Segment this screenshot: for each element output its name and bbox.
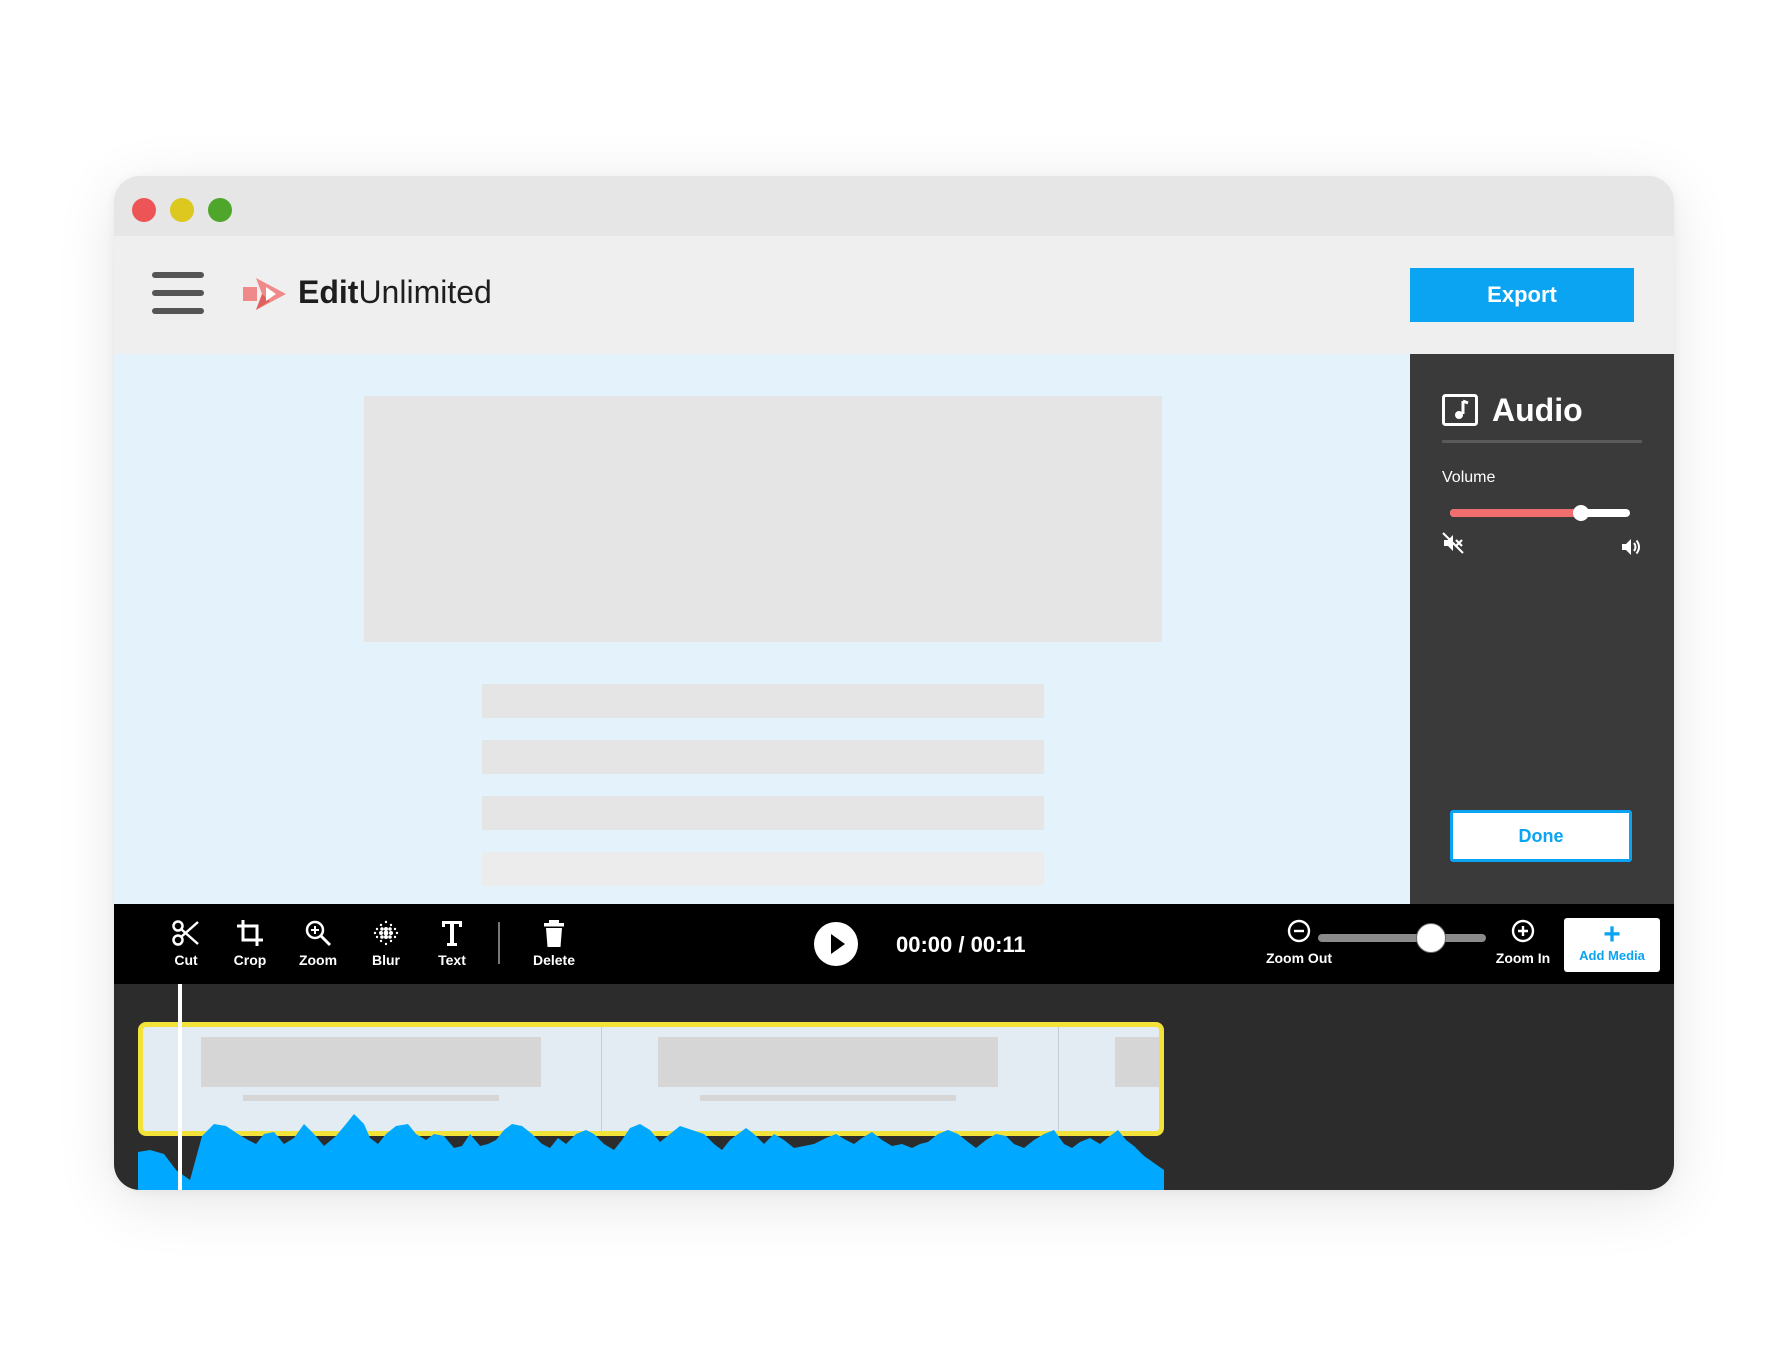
- crop-icon: [237, 920, 263, 946]
- brand-name: EditUnlimited: [298, 272, 492, 312]
- plus-icon: +: [1603, 918, 1621, 951]
- delete-label: Delete: [532, 952, 576, 968]
- preview-line-placeholder: [482, 740, 1044, 774]
- timeline: [114, 984, 1674, 1190]
- cut-label: Cut: [174, 952, 198, 968]
- delete-tool[interactable]: Delete: [524, 918, 584, 974]
- music-note-icon: [1442, 394, 1478, 426]
- volume-slider[interactable]: [1450, 505, 1630, 521]
- zoom-in-button[interactable]: Zoom In: [1486, 918, 1560, 974]
- video-preview: [114, 354, 1410, 904]
- cut-tool[interactable]: Cut: [156, 918, 216, 974]
- blur-label: Blur: [372, 952, 400, 968]
- zoom-tool[interactable]: Zoom: [288, 918, 348, 974]
- blur-tool[interactable]: Blur: [356, 918, 416, 974]
- zoom-label: Zoom: [298, 952, 338, 968]
- text-tool[interactable]: Text: [422, 918, 482, 974]
- audio-panel: Audio Volume Done: [1410, 354, 1674, 904]
- editing-toolbar: Cut Crop Zoom Blur Text Delete 00:00 / 0…: [114, 904, 1674, 984]
- blur-icon: [373, 920, 399, 946]
- crop-tool[interactable]: Crop: [220, 918, 280, 974]
- audio-waveform[interactable]: [114, 984, 1674, 1190]
- app-header: EditUnlimited Export: [114, 236, 1674, 354]
- timeline-zoom-slider[interactable]: [1318, 923, 1486, 953]
- play-button[interactable]: [814, 922, 858, 966]
- scissors-icon: [172, 920, 199, 946]
- volume-label: Volume: [1442, 469, 1496, 486]
- zoom-out-label: Zoom Out: [1265, 950, 1333, 966]
- done-button[interactable]: Done: [1450, 810, 1632, 862]
- volume-slider-fill: [1450, 509, 1582, 517]
- preview-image-placeholder: [364, 396, 1162, 642]
- trash-icon: [544, 920, 564, 947]
- zoom-in-label: Zoom In: [1495, 950, 1551, 966]
- zoom-out-icon: [1287, 919, 1311, 943]
- minimize-window-button[interactable]: [170, 198, 194, 222]
- zoom-out-button[interactable]: Zoom Out: [1254, 918, 1344, 974]
- playhead[interactable]: [178, 984, 182, 1190]
- close-window-button[interactable]: [132, 198, 156, 222]
- magnifier-icon: [305, 920, 332, 947]
- audio-panel-header: Audio: [1442, 390, 1642, 438]
- app-window: EditUnlimited Export Audio Volume Done C…: [114, 176, 1674, 1190]
- title-bar: [114, 176, 1674, 236]
- timeline-zoom-handle[interactable]: [1415, 923, 1446, 953]
- brand-name-light: Unlimited: [358, 274, 492, 310]
- add-media-label: Add Media: [1579, 948, 1645, 963]
- hamburger-menu-icon[interactable]: [152, 272, 204, 314]
- volume-slider-handle[interactable]: [1573, 505, 1590, 521]
- play-icon: [831, 934, 845, 954]
- audio-panel-title: Audio: [1492, 392, 1583, 428]
- mute-icon[interactable]: [1442, 532, 1464, 554]
- logo-icon: [243, 278, 286, 310]
- divider: [1442, 440, 1642, 443]
- preview-line-placeholder: [482, 684, 1044, 718]
- toolbar-separator: [498, 922, 500, 964]
- volume-max-icon[interactable]: [1620, 536, 1642, 558]
- export-button[interactable]: Export: [1410, 268, 1634, 322]
- text-icon: [442, 921, 462, 946]
- text-label: Text: [438, 952, 466, 968]
- add-media-button[interactable]: + Add Media: [1564, 918, 1660, 972]
- crop-label: Crop: [233, 952, 267, 968]
- zoom-in-icon: [1511, 919, 1535, 943]
- preview-line-placeholder: [482, 852, 1044, 886]
- preview-line-placeholder: [482, 796, 1044, 830]
- timecode: 00:00 / 00:11: [896, 932, 1026, 957]
- maximize-window-button[interactable]: [208, 198, 232, 222]
- brand-name-bold: Edit: [298, 274, 359, 310]
